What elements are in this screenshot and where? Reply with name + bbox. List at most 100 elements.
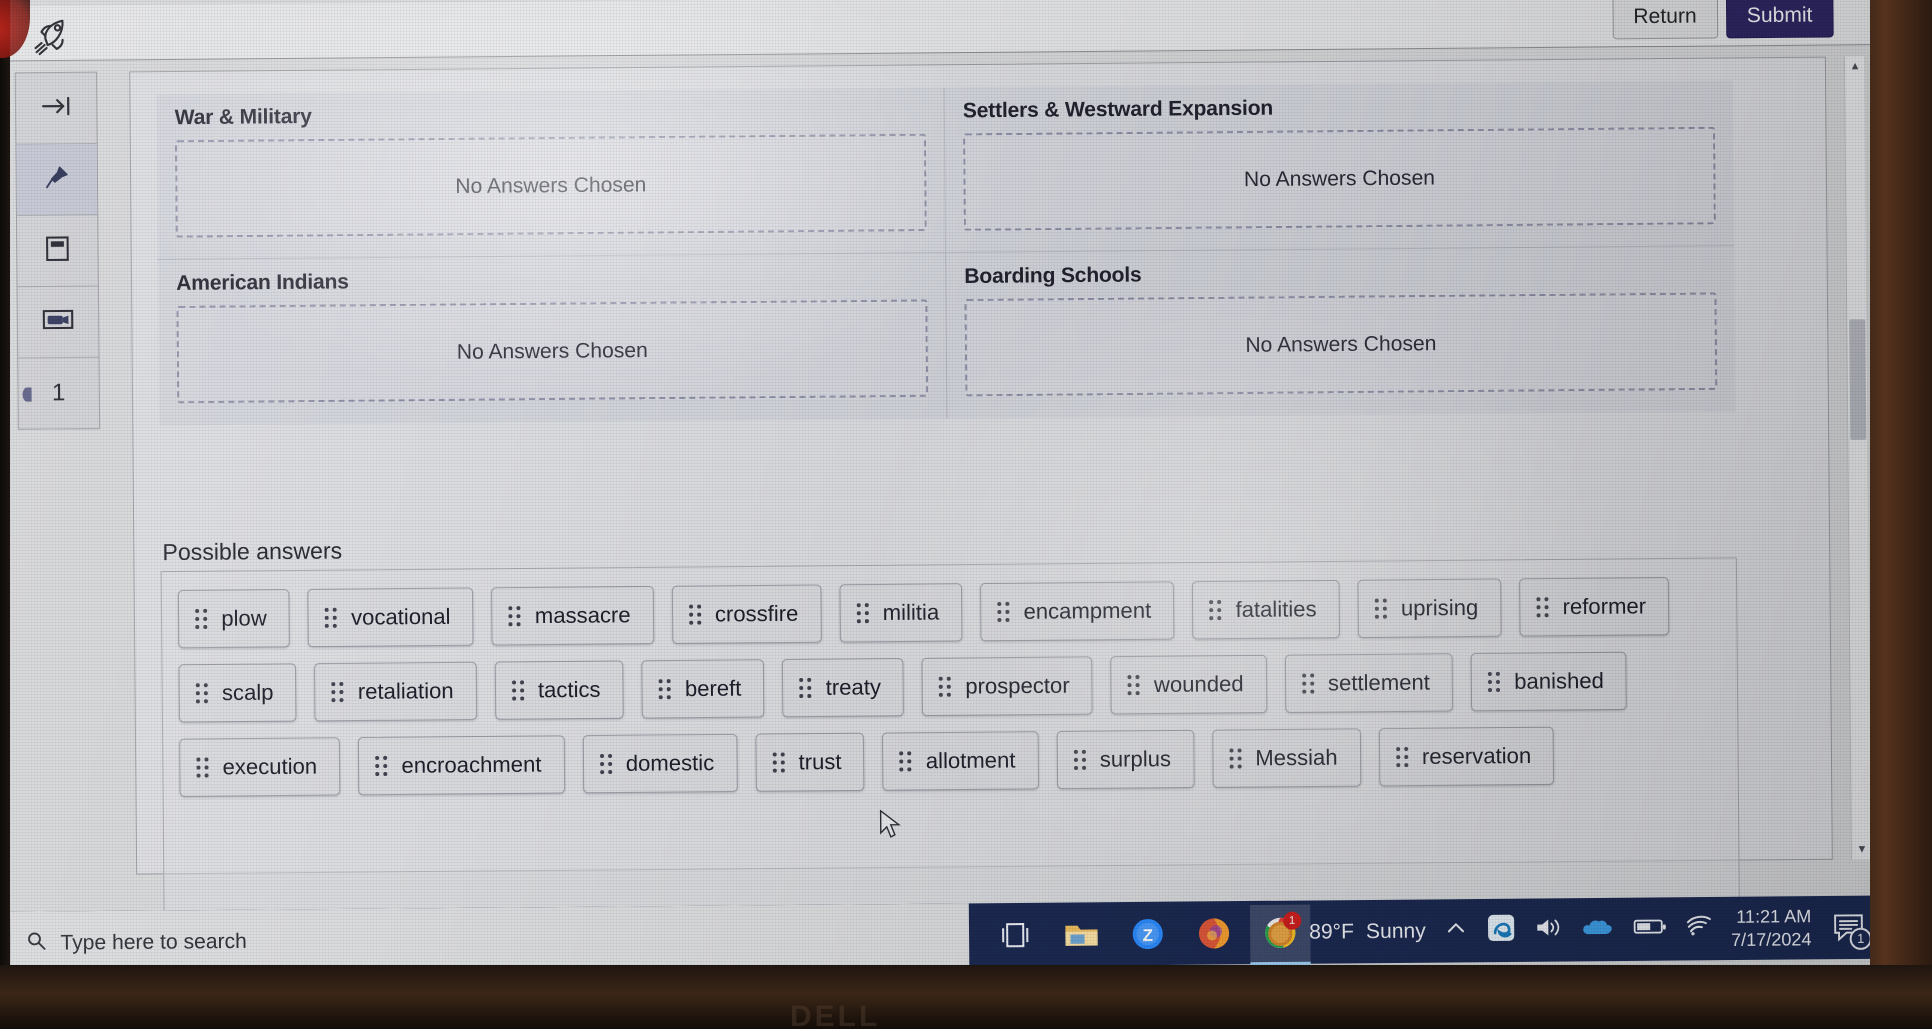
taskbar-weather-widget[interactable]: 1 89°F Sunny [1263, 911, 1426, 950]
answer-chip[interactable]: domestic [582, 733, 738, 794]
zoom-icon[interactable]: Z [1128, 913, 1169, 954]
task-view-icon[interactable] [995, 914, 1036, 955]
drag-handle-icon[interactable] [1536, 597, 1549, 618]
drag-handle-icon[interactable] [1301, 673, 1315, 694]
answer-chip[interactable]: uprising [1357, 578, 1502, 638]
drag-handle-icon[interactable] [1395, 746, 1408, 768]
category-bucket-grid: War & Military No Answers Chosen Settler… [156, 80, 1736, 426]
sidebar-item-media[interactable] [17, 286, 99, 359]
answer-chip[interactable]: plow [177, 589, 291, 649]
scroll-up-button[interactable]: ▲ [1845, 56, 1865, 76]
drag-handle-icon[interactable] [511, 680, 524, 701]
vertical-scrollbar[interactable]: ▲ ▼ [1843, 56, 1870, 860]
drag-handle-icon[interactable] [772, 752, 785, 773]
drag-handle-icon[interactable] [688, 604, 701, 625]
bucket-dropzone[interactable]: No Answers Chosen [174, 133, 927, 238]
answer-chip[interactable]: surplus [1056, 729, 1195, 790]
bucket-dropzone[interactable]: No Answers Chosen [964, 292, 1718, 397]
answer-chip[interactable]: reservation [1378, 726, 1555, 787]
volume-icon[interactable] [1534, 915, 1562, 944]
drag-handle-icon[interactable] [1127, 675, 1141, 696]
drag-handle-icon[interactable] [508, 606, 521, 627]
drag-handle-icon[interactable] [658, 679, 671, 700]
answer-chip-label: vocational [350, 603, 451, 630]
top-bar-actions: Return Submit [1612, 0, 1834, 42]
answer-chip-label: settlement [1327, 669, 1430, 696]
drag-handle-icon[interactable] [997, 601, 1010, 623]
arrow-to-line-icon [39, 94, 73, 121]
possible-answers-pool[interactable]: plow vocational massacre crossfire militia en… [160, 557, 1741, 941]
sidebar-item-flashcard[interactable] [16, 215, 98, 288]
drag-handle-icon[interactable] [599, 753, 612, 775]
answer-chip[interactable]: scalp [178, 663, 297, 723]
answer-chip[interactable]: Messiah [1211, 728, 1361, 788]
search-input[interactable]: Type here to search [10, 903, 970, 965]
answer-chip-label: wounded [1153, 671, 1244, 698]
drag-handle-icon[interactable] [1488, 671, 1501, 693]
answer-chip[interactable]: prospector [921, 656, 1093, 717]
drag-handle-icon[interactable] [196, 757, 209, 778]
file-explorer-icon[interactable] [1061, 914, 1102, 955]
edge-icon[interactable] [1486, 913, 1516, 948]
submit-button[interactable]: Submit [1725, 0, 1834, 38]
answer-chip[interactable]: crossfire [671, 584, 822, 644]
answer-chip-label: allotment [925, 747, 1016, 774]
return-button[interactable]: Return [1612, 0, 1718, 39]
drag-handle-icon[interactable] [939, 676, 952, 697]
drag-handle-icon[interactable] [899, 751, 912, 772]
answer-chip-label: reservation [1421, 742, 1532, 769]
answer-chip[interactable]: tactics [494, 660, 624, 720]
answer-chip[interactable]: reformer [1519, 577, 1670, 637]
answer-chip[interactable]: execution [179, 737, 341, 797]
answer-chip[interactable]: allotment [882, 731, 1039, 791]
drag-handle-icon[interactable] [324, 607, 338, 628]
drag-handle-icon[interactable] [1229, 748, 1242, 769]
notification-icon[interactable]: 1 [1829, 907, 1870, 950]
chevron-up-icon[interactable] [1444, 916, 1468, 945]
answer-chip[interactable]: wounded [1110, 654, 1267, 715]
answer-chip-label: reformer [1562, 593, 1647, 620]
weather-badge: 1 [1282, 911, 1302, 930]
answer-chip[interactable]: retaliation [314, 661, 477, 722]
answer-chip[interactable]: vocational [307, 587, 474, 648]
wifi-icon[interactable] [1685, 914, 1713, 943]
left-tool-rail: 1 [14, 71, 101, 430]
drag-handle-icon[interactable] [331, 681, 344, 703]
answer-chip[interactable]: encroachment [358, 735, 565, 796]
drag-handle-icon[interactable] [1073, 749, 1086, 770]
battery-icon[interactable] [1632, 916, 1666, 941]
scroll-down-button[interactable]: ▼ [1852, 839, 1870, 859]
taskbar-clock[interactable]: 11:21 AM 7/17/2024 [1731, 905, 1812, 951]
laptop-display: Return Submit 1 War & Military No Answer… [10, 0, 1870, 965]
answer-chip[interactable]: bereft [641, 659, 765, 719]
answer-chip[interactable]: militia [839, 583, 963, 643]
drag-handle-icon[interactable] [856, 603, 869, 624]
sidebar-item-collapse[interactable] [15, 72, 97, 145]
question-card: War & Military No Answers Chosen Settler… [129, 56, 1833, 941]
app-top-bar: Return Submit [10, 0, 1870, 62]
firefox-icon[interactable] [1194, 913, 1235, 954]
drag-handle-icon[interactable] [195, 683, 208, 704]
drag-handle-icon[interactable] [1374, 598, 1387, 619]
answer-chip[interactable]: fatalities [1192, 579, 1340, 640]
drag-handle-icon[interactable] [375, 755, 388, 777]
onedrive-icon[interactable] [1580, 916, 1614, 943]
sidebar-item-pin[interactable] [16, 143, 98, 216]
answer-chip[interactable]: trust [755, 732, 865, 792]
scrollbar-thumb[interactable] [1849, 319, 1867, 440]
drag-handle-icon[interactable] [195, 608, 208, 630]
drag-handle-icon[interactable] [1209, 600, 1222, 621]
answer-chip[interactable]: encampment [980, 581, 1175, 642]
answer-chip[interactable]: treaty [782, 658, 905, 718]
pin-icon [43, 163, 71, 196]
drag-handle-icon[interactable] [799, 677, 812, 699]
bucket-dropzone[interactable]: No Answers Chosen [176, 299, 929, 404]
answer-chip[interactable]: massacre [491, 585, 654, 646]
flashcard-icon [44, 234, 70, 267]
media-icon [42, 308, 74, 336]
bucket-dropzone[interactable]: No Answers Chosen [963, 126, 1716, 231]
answer-chip[interactable]: banished [1470, 651, 1628, 712]
answer-chip[interactable]: settlement [1284, 653, 1454, 713]
answer-chip-label: execution [222, 753, 318, 780]
rocket-icon[interactable] [30, 14, 75, 59]
